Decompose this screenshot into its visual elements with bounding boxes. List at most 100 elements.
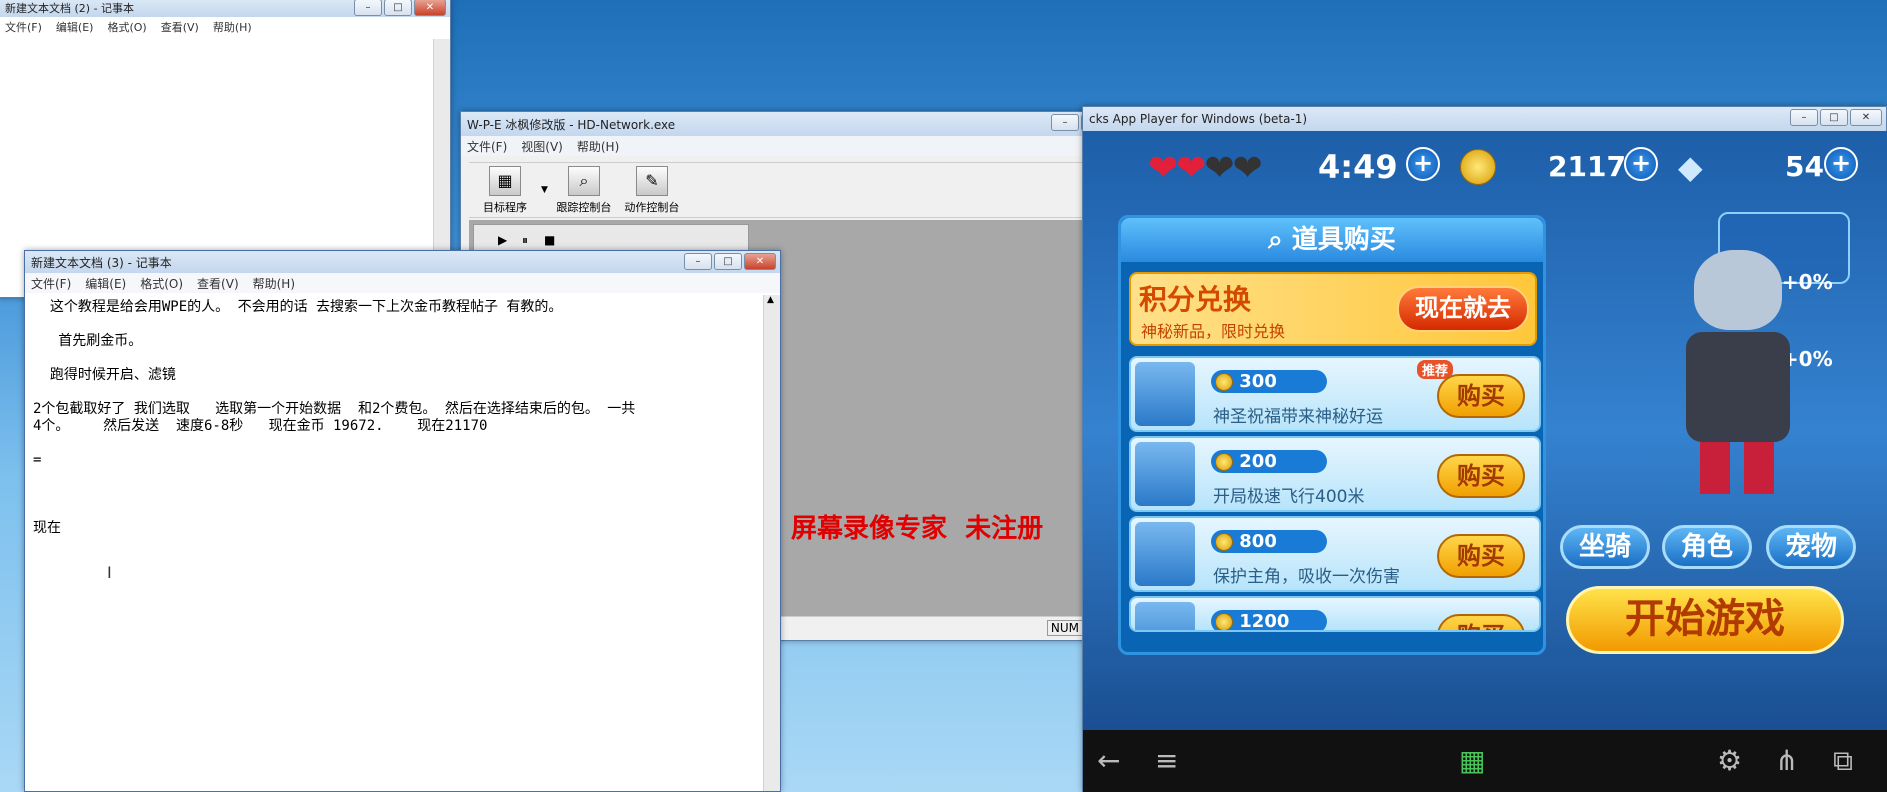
menu-view[interactable]: 查看(V) — [161, 19, 199, 35]
coin-icon — [1215, 613, 1233, 630]
buy-button[interactable]: 购买 — [1437, 454, 1525, 498]
item-price: 200 — [1211, 450, 1327, 473]
action-console-button[interactable]: ✎ 动作控制台 — [620, 165, 684, 215]
toolbar: ▦ 目标程序 ▼ ⌕ 跟踪控制台 ✎ 动作控制台 — [469, 162, 1139, 218]
status-num: NUM — [1046, 620, 1083, 636]
menu-view[interactable]: 查看(V) — [197, 275, 239, 292]
menu-help[interactable]: 帮助(H) — [577, 138, 619, 155]
menu-file[interactable]: 文件(F) — [467, 138, 507, 155]
text-line — [33, 384, 753, 401]
menu-file[interactable]: 文件(F) — [5, 19, 42, 35]
maximize-button[interactable]: □ — [1820, 109, 1848, 126]
menu-icon[interactable]: ≡ — [1155, 744, 1178, 777]
close-button[interactable]: ✕ — [414, 0, 446, 16]
text-line — [33, 316, 753, 333]
stop-icon[interactable]: ■ — [544, 233, 555, 247]
item-description: 开局极速飞行400米 — [1213, 487, 1365, 507]
menu-file[interactable]: 文件(F) — [31, 275, 71, 292]
add-gold-button[interactable]: + — [1624, 147, 1658, 181]
window-title: W-P-E 冰枫修改版 - HD-Network.exe — [467, 117, 676, 132]
mount-button[interactable]: 坐骑 — [1560, 525, 1650, 569]
gems-value: 54 — [1785, 150, 1824, 183]
magnifier-icon: ⌕ — [567, 165, 600, 196]
text-cursor-icon: I — [107, 563, 112, 582]
close-button[interactable]: ✕ — [744, 253, 776, 270]
add-gems-button[interactable]: + — [1824, 147, 1858, 181]
add-life-button[interactable]: + — [1406, 147, 1440, 181]
shop-item: 800 保护主角，吸收一次伤害 购买 — [1129, 516, 1541, 592]
buy-button[interactable]: 购买 — [1437, 374, 1525, 418]
buy-button[interactable]: 购买 — [1437, 534, 1525, 578]
timer-value: 4:49 — [1318, 148, 1398, 186]
menu-view[interactable]: 视图(V) — [521, 138, 563, 155]
text-line: 跑得时候开启、滤镜 — [33, 367, 176, 383]
text-line: 这个教程是给会用WPE的人。 不会用的话 去搜索一下上次金币教程帖子 有教的。 — [33, 299, 563, 315]
window-mode-icon[interactable]: ⧉ — [1833, 744, 1853, 778]
edit-document-icon: ✎ — [635, 165, 668, 196]
trace-console-button[interactable]: ⌕ 跟踪控制台 — [552, 165, 616, 215]
bluestacks-logo-icon[interactable]: ▦ — [1459, 744, 1485, 777]
pause-icon[interactable]: ⏸ — [522, 233, 528, 248]
coin-icon — [1215, 533, 1233, 551]
start-game-button[interactable]: 开始游戏 — [1566, 586, 1844, 654]
text-line — [33, 350, 753, 367]
shop-panel: ⌕ 道具购买 积分兑换 神秘新品，限时兑换 现在就去 300 神圣祝福带来神秘好… — [1118, 215, 1546, 655]
window-title: 新建文本文档 (3) - 记事本 — [31, 255, 172, 270]
hearts-bar: ❤❤❤❤ — [1148, 148, 1263, 189]
text-line: 4个。 然后发送 速度6-8秒 现在金币 19672. 现在21170 — [33, 418, 488, 434]
back-icon[interactable]: ← — [1097, 744, 1120, 777]
minimize-button[interactable]: – — [684, 253, 712, 270]
item-price: 1200 — [1211, 610, 1327, 630]
wings-item-icon — [1135, 442, 1195, 506]
notepad-window-3[interactable]: 新建文本文档 (3) - 记事本 – □ ✕ 文件(F) 编辑(E) 格式(O)… — [24, 250, 781, 792]
text-line: = — [33, 452, 42, 468]
shop-item: 1200 购买 — [1129, 596, 1541, 632]
maximize-button[interactable]: □ — [384, 0, 412, 16]
item-description: 保护主角，吸收一次伤害 — [1213, 567, 1400, 587]
text-line: 首先刷金币。 — [33, 333, 143, 349]
text-line — [33, 503, 753, 520]
text-line — [33, 486, 753, 503]
maximize-button[interactable]: □ — [714, 253, 742, 270]
diamond-icon: ◆ — [1678, 148, 1703, 186]
shop-item: 300 神圣祝福带来神秘好运 推荐 购买 — [1129, 356, 1541, 432]
coin-icon — [1215, 453, 1233, 471]
vertical-scrollbar[interactable]: ▲ — [763, 295, 780, 791]
minimize-button[interactable]: – — [354, 0, 382, 16]
chip-icon: ▦ — [489, 165, 521, 196]
text-line — [33, 469, 753, 486]
watermark-text: 屏幕录像专家 未注册 — [791, 514, 1044, 544]
text-line: 现在 — [33, 520, 61, 536]
item-description: 神圣祝福带来神秘好运 — [1213, 407, 1383, 427]
shop-item: 200 开局极速飞行400米 购买 — [1129, 436, 1541, 512]
target-program-button[interactable]: ▦ 目标程序 — [473, 165, 537, 215]
window-title: 新建文本文档 (2) - 记事本 — [5, 2, 135, 15]
text-area[interactable]: 这个教程是给会用WPE的人。 不会用的话 去搜索一下上次金币教程帖子 有教的。 … — [33, 299, 753, 789]
text-line — [33, 435, 753, 452]
character-sprite — [1660, 250, 1810, 500]
share-icon[interactable]: ⋔ — [1775, 744, 1798, 777]
menu-edit[interactable]: 编辑(E) — [85, 275, 126, 292]
play-icon[interactable]: ▶ — [498, 233, 507, 247]
item-price: 800 — [1211, 530, 1327, 553]
buy-button[interactable]: 购买 — [1437, 614, 1525, 630]
minimize-button[interactable]: – — [1051, 114, 1079, 131]
menu-edit[interactable]: 编辑(E) — [56, 19, 94, 35]
close-button[interactable]: ✕ — [1850, 109, 1882, 126]
exchange-banner[interactable]: 积分兑换 神秘新品，限时兑换 现在就去 — [1129, 272, 1537, 346]
menu-help[interactable]: 帮助(H) — [253, 275, 295, 292]
dropdown-arrow-icon[interactable]: ▼ — [541, 185, 548, 195]
go-now-button[interactable]: 现在就去 — [1397, 286, 1529, 332]
pet-button[interactable]: 宠物 — [1766, 525, 1856, 569]
character-button[interactable]: 角色 — [1662, 525, 1752, 569]
menu-help[interactable]: 帮助(H) — [213, 19, 252, 35]
menu-format[interactable]: 格式(O) — [140, 275, 183, 292]
settings-icon[interactable]: ⚙ — [1717, 744, 1742, 777]
exchange-subtitle: 神秘新品，限时兑换 — [1141, 322, 1286, 341]
shop-title: ⌕ 道具购买 — [1121, 218, 1543, 262]
item-price: 300 — [1211, 370, 1327, 393]
minimize-button[interactable]: – — [1790, 109, 1818, 126]
search-icon: ⌕ — [1268, 225, 1292, 255]
scroll-up-icon[interactable]: ▲ — [767, 295, 774, 305]
menu-format[interactable]: 格式(O) — [107, 19, 146, 35]
